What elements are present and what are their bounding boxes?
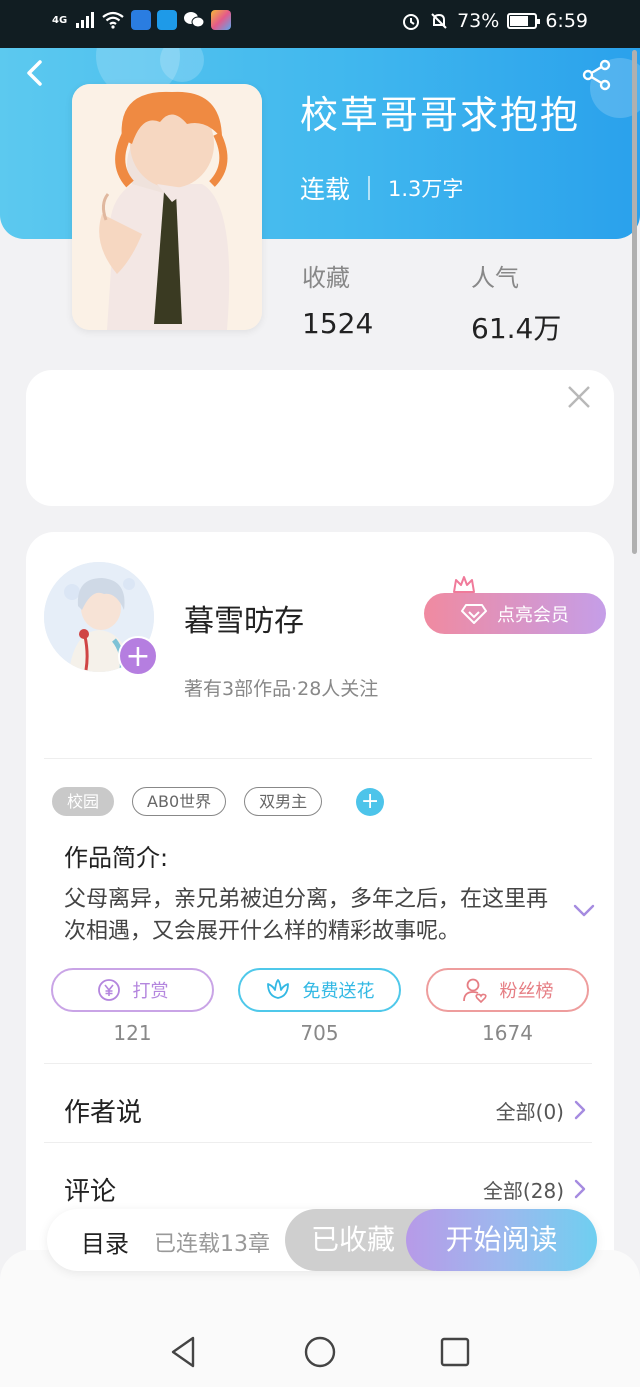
battery-percent: 73% [457, 10, 500, 32]
stat-label: 收藏 [302, 264, 350, 292]
share-icon [582, 59, 611, 91]
tag-item[interactable]: 校园 [52, 787, 115, 816]
close-ad-button[interactable] [566, 384, 592, 410]
comments-all-link[interactable]: 全部(28) [483, 1175, 564, 1204]
flower-icon [266, 979, 289, 999]
yuan-coin-icon [97, 979, 120, 1001]
tip-button[interactable]: 打赏 [51, 968, 214, 1012]
system-nav-bar [0, 1316, 640, 1387]
status-bar: 4G 73% 6:59 [0, 0, 640, 48]
store-app-icon [211, 10, 232, 30]
author-notes-row[interactable]: 作者说 全部(0) [64, 1092, 592, 1132]
toc-button[interactable]: 目录 [81, 1224, 129, 1259]
battery-icon [507, 13, 541, 29]
chapter-count: 已连载13章 [154, 1232, 270, 1257]
add-tag-button[interactable]: + [356, 787, 385, 816]
alarm-icon [403, 14, 420, 30]
fan-ranking-button[interactable]: 粉丝榜 [426, 968, 589, 1012]
flower-count: 705 [300, 1021, 339, 1045]
status-right: 73% 6:59 [401, 10, 588, 32]
send-flower-button[interactable]: 免费送花 [238, 968, 401, 1012]
nav-home-icon[interactable] [302, 1334, 338, 1370]
fans-count: 1674 [482, 1021, 533, 1045]
tag-list: 校园 AB0世界 双男主 + [52, 787, 385, 816]
intro-title: 作品简介: [64, 844, 169, 872]
network-type: 4G [52, 14, 68, 26]
author-meta: 著有3部作品·28人关注 [184, 678, 379, 700]
nav-back-icon[interactable] [166, 1334, 202, 1370]
author-notes-label: 作者说 [64, 1098, 143, 1128]
vip-button[interactable]: 点亮会员 [424, 593, 606, 634]
nav-recents-icon[interactable] [437, 1334, 473, 1370]
tip-label: 打赏 [132, 981, 169, 1002]
cover-illustration [72, 84, 262, 330]
vip-button-label: 点亮会员 [497, 604, 569, 626]
signal-icon [76, 12, 95, 28]
tag-item[interactable]: 双男主 [244, 787, 323, 816]
comments-label: 评论 [64, 1177, 117, 1207]
book-meta: 连载 1.3万字 [300, 170, 463, 206]
author-name[interactable]: 暮雪昉存 [184, 596, 304, 640]
start-reading-button[interactable]: 开始阅读 [406, 1209, 597, 1271]
fan-user-icon [462, 978, 487, 1003]
back-button[interactable] [22, 58, 52, 88]
search-app-icon [157, 10, 178, 30]
chevron-right-icon [574, 1100, 586, 1120]
stat-value: 1524 [302, 307, 374, 340]
word-count: 1.3万字 [388, 177, 464, 201]
author-notes-all-link[interactable]: 全部(0) [496, 1096, 564, 1125]
crown-icon [453, 576, 475, 593]
close-icon [568, 386, 590, 408]
divider [44, 1063, 592, 1064]
book-detail-page: 4G 73% 6:59 校草哥哥求抱抱 连载 1.3万字 收藏 1524 人气 … [0, 0, 640, 1387]
diamond-icon [461, 603, 487, 624]
wechat-icon [184, 12, 205, 28]
scrollbar[interactable] [632, 50, 637, 554]
tag-item[interactable]: AB0世界 [132, 787, 227, 816]
clock: 6:59 [545, 10, 588, 32]
battery-level [510, 16, 529, 26]
back-arrow-icon [27, 60, 42, 86]
expand-intro-button[interactable] [572, 898, 596, 922]
follow-author-button[interactable]: + [118, 636, 158, 676]
divider [44, 1142, 592, 1143]
bulb-app-icon [131, 10, 152, 30]
stat-value: 61.4万 [471, 312, 562, 345]
chevron-down-icon [573, 904, 595, 917]
wifi-icon [102, 11, 124, 29]
tip-count: 121 [113, 1021, 152, 1045]
intro-text: 父母离异，亲兄弟被迫分离，多年之后，在这里再次相遇，又会展开什么样的精彩故事呢。 [64, 887, 549, 944]
flower-label: 免费送花 [302, 981, 375, 1002]
divider [44, 758, 592, 759]
ad-card [26, 370, 614, 506]
fans-label: 粉丝榜 [499, 981, 554, 1002]
share-button[interactable] [580, 58, 614, 92]
chevron-right-icon [574, 1179, 586, 1199]
status-left: 4G [52, 10, 232, 30]
book-cover[interactable] [72, 84, 262, 330]
stat-popularity: 人气 61.4万 [471, 258, 561, 347]
book-title: 校草哥哥求抱抱 [300, 93, 581, 137]
mute-bell-icon [431, 13, 447, 29]
meta-divider [368, 176, 371, 200]
comments-row[interactable]: 评论 全部(28) [64, 1171, 592, 1211]
stat-favorites: 收藏 1524 [302, 258, 373, 340]
stat-label: 人气 [471, 264, 519, 292]
serial-status: 连载 [300, 175, 351, 204]
